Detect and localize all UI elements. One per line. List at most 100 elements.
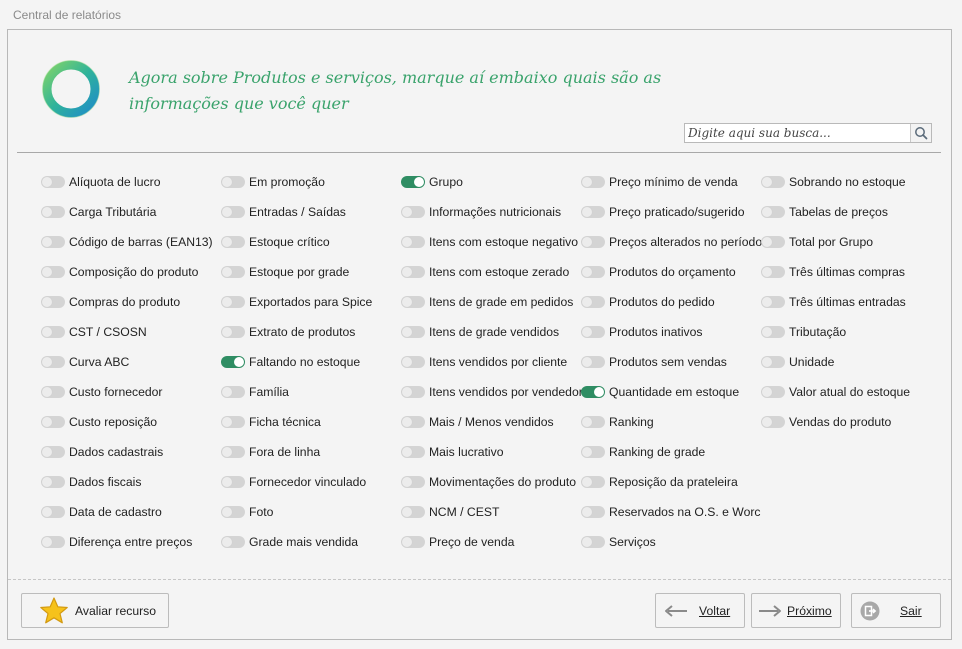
toggle-switch[interactable]	[41, 206, 65, 218]
toggle-switch[interactable]	[221, 206, 245, 218]
option-item[interactable]: CST / CSOSN	[41, 322, 219, 342]
option-item[interactable]: Total por Grupo	[761, 232, 939, 252]
option-item[interactable]: Compras do produto	[41, 292, 219, 312]
option-item[interactable]: Código de barras (EAN13)	[41, 232, 219, 252]
toggle-switch[interactable]	[221, 476, 245, 488]
search-input[interactable]	[685, 124, 909, 142]
toggle-switch[interactable]	[581, 266, 605, 278]
option-item[interactable]: Em promoção	[221, 172, 399, 192]
option-item[interactable]: Entradas / Saídas	[221, 202, 399, 222]
option-item[interactable]: Itens de grade vendidos	[401, 322, 579, 342]
option-item[interactable]: Extrato de produtos	[221, 322, 399, 342]
toggle-switch[interactable]	[401, 206, 425, 218]
toggle-switch[interactable]	[401, 236, 425, 248]
option-item[interactable]: Custo reposição	[41, 412, 219, 432]
toggle-switch[interactable]	[41, 356, 65, 368]
option-item[interactable]: Carga Tributária	[41, 202, 219, 222]
toggle-switch[interactable]	[221, 446, 245, 458]
option-item[interactable]: Ranking	[581, 412, 759, 432]
toggle-switch[interactable]	[221, 416, 245, 428]
toggle-switch[interactable]	[41, 506, 65, 518]
toggle-switch[interactable]	[401, 446, 425, 458]
option-item[interactable]: Mais lucrativo	[401, 442, 579, 462]
option-item[interactable]: Três últimas compras	[761, 262, 939, 282]
toggle-switch[interactable]	[41, 296, 65, 308]
option-item[interactable]: Custo fornecedor	[41, 382, 219, 402]
option-item[interactable]: Foto	[221, 502, 399, 522]
option-item[interactable]: Reservados na O.S. e Worc	[581, 502, 761, 522]
toggle-switch[interactable]	[401, 266, 425, 278]
option-item[interactable]: Itens com estoque negativo	[401, 232, 579, 252]
option-item[interactable]: Produtos do pedido	[581, 292, 759, 312]
option-item[interactable]: Grade mais vendida	[221, 532, 399, 552]
option-item[interactable]: Ranking de grade	[581, 442, 759, 462]
toggle-switch[interactable]	[581, 536, 605, 548]
option-item[interactable]: Tributação	[761, 322, 939, 342]
toggle-switch[interactable]	[221, 386, 245, 398]
option-item[interactable]: Alíquota de lucro	[41, 172, 219, 192]
option-item[interactable]: Informações nutricionais	[401, 202, 579, 222]
toggle-switch[interactable]	[41, 266, 65, 278]
toggle-switch[interactable]	[761, 326, 785, 338]
option-item[interactable]: Itens vendidos por vendedor	[401, 382, 583, 402]
toggle-switch[interactable]	[221, 506, 245, 518]
toggle-switch[interactable]	[401, 476, 425, 488]
toggle-switch[interactable]	[761, 266, 785, 278]
option-item[interactable]: Produtos do orçamento	[581, 262, 759, 282]
option-item[interactable]: Diferença entre preços	[41, 532, 219, 552]
option-item[interactable]: Itens de grade em pedidos	[401, 292, 579, 312]
toggle-switch[interactable]	[401, 536, 425, 548]
toggle-switch[interactable]	[41, 386, 65, 398]
search-button[interactable]	[910, 124, 931, 142]
toggle-switch[interactable]	[221, 326, 245, 338]
option-item[interactable]: Unidade	[761, 352, 939, 372]
toggle-switch[interactable]	[761, 416, 785, 428]
toggle-switch[interactable]	[581, 236, 605, 248]
toggle-switch[interactable]	[401, 296, 425, 308]
next-button[interactable]: Próximo	[751, 593, 841, 628]
option-item[interactable]: Quantidade em estoque	[581, 382, 759, 402]
option-item[interactable]: Movimentações do produto	[401, 472, 579, 492]
option-item[interactable]: Preço mínimo de venda	[581, 172, 759, 192]
option-item[interactable]: Tabelas de preços	[761, 202, 939, 222]
exit-button[interactable]: Sair	[851, 593, 941, 628]
toggle-switch[interactable]	[581, 446, 605, 458]
option-item[interactable]: Composição do produto	[41, 262, 219, 282]
option-item[interactable]: Estoque por grade	[221, 262, 399, 282]
option-item[interactable]: Sobrando no estoque	[761, 172, 939, 192]
option-item[interactable]: Preço praticado/sugerido	[581, 202, 759, 222]
option-item[interactable]: Mais / Menos vendidos	[401, 412, 579, 432]
toggle-switch[interactable]	[761, 386, 785, 398]
toggle-switch[interactable]	[41, 446, 65, 458]
toggle-switch[interactable]	[41, 326, 65, 338]
option-item[interactable]: Estoque crítico	[221, 232, 399, 252]
toggle-switch[interactable]	[221, 296, 245, 308]
toggle-switch[interactable]	[221, 236, 245, 248]
option-item[interactable]: Ficha técnica	[221, 412, 399, 432]
toggle-switch[interactable]	[581, 296, 605, 308]
option-item[interactable]: Reposição da prateleira	[581, 472, 759, 492]
option-item[interactable]: Data de cadastro	[41, 502, 219, 522]
option-item[interactable]: Preço de venda	[401, 532, 579, 552]
option-item[interactable]: Exportados para Spice	[221, 292, 399, 312]
toggle-switch[interactable]	[41, 236, 65, 248]
toggle-switch[interactable]	[581, 416, 605, 428]
option-item[interactable]: Itens vendidos por cliente	[401, 352, 579, 372]
toggle-switch[interactable]	[761, 176, 785, 188]
toggle-switch[interactable]	[581, 476, 605, 488]
option-item[interactable]: Grupo	[401, 172, 579, 192]
toggle-switch[interactable]	[581, 176, 605, 188]
option-item[interactable]: Dados cadastrais	[41, 442, 219, 462]
toggle-switch[interactable]	[581, 356, 605, 368]
option-item[interactable]: Itens com estoque zerado	[401, 262, 579, 282]
option-item[interactable]: NCM / CEST	[401, 502, 579, 522]
toggle-switch[interactable]	[581, 206, 605, 218]
toggle-switch[interactable]	[761, 236, 785, 248]
toggle-switch[interactable]	[221, 176, 245, 188]
option-item[interactable]: Serviços	[581, 532, 759, 552]
toggle-switch[interactable]	[761, 356, 785, 368]
toggle-switch[interactable]	[41, 536, 65, 548]
option-item[interactable]: Curva ABC	[41, 352, 219, 372]
option-item[interactable]: Produtos sem vendas	[581, 352, 759, 372]
toggle-switch[interactable]	[401, 176, 425, 188]
